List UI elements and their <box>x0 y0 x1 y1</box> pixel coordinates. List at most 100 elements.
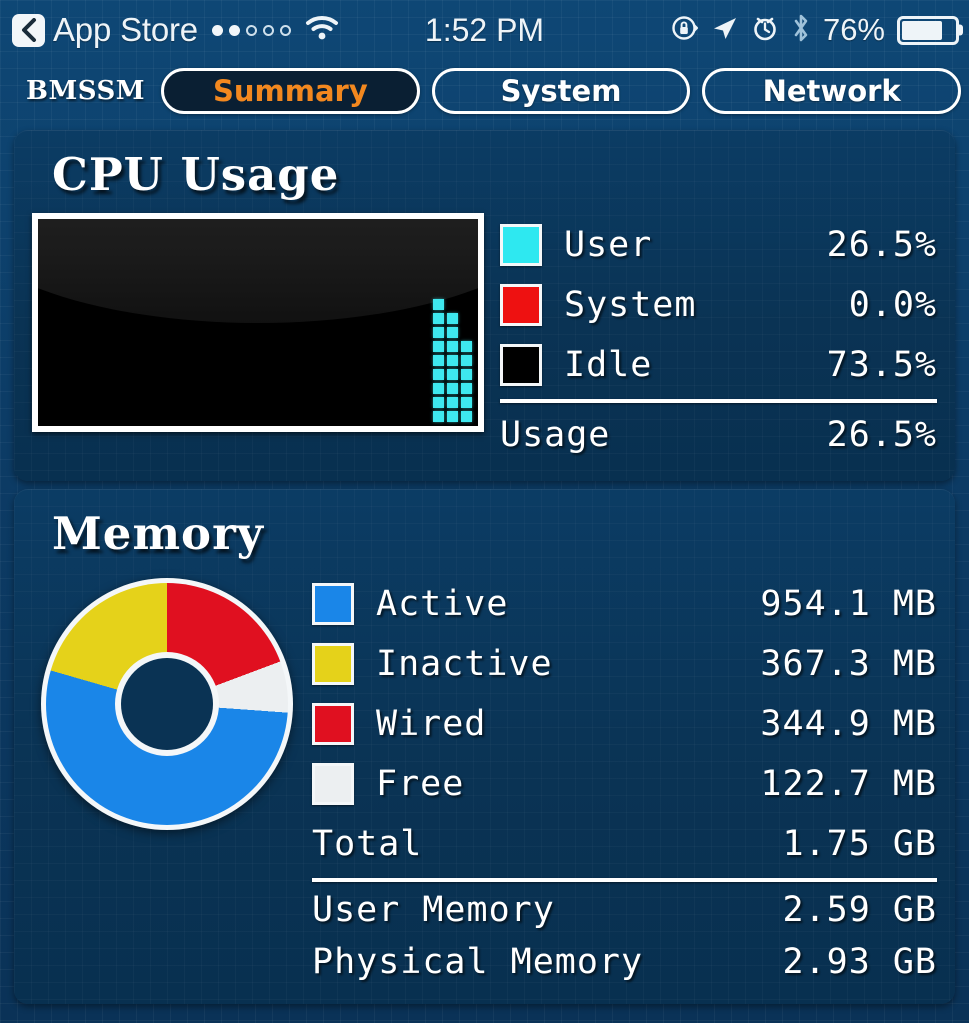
cpu-swatch-idle <box>500 344 542 386</box>
memory-value-inactive: 367.3 MB <box>760 644 937 684</box>
cpu-led-block <box>433 397 444 408</box>
cpu-led-block <box>447 411 458 422</box>
cpu-usage-label: Usage <box>500 415 611 455</box>
cpu-led-block <box>461 355 472 366</box>
memory-label-active: Active <box>376 584 509 624</box>
location-arrow-icon <box>711 14 739 46</box>
cpu-led-block <box>461 341 472 352</box>
cpu-usage-graph <box>32 213 484 432</box>
cpu-swatch-user <box>500 224 542 266</box>
back-to-app-store-button[interactable] <box>12 13 45 47</box>
tab-system[interactable]: System <box>431 68 691 114</box>
app-root: App Store 1:52 PM 76% BMSSM Summary Syst… <box>0 0 969 1023</box>
cpu-legend-row-system: System 0.0% <box>500 275 937 335</box>
memory-value-wired: 344.9 MB <box>760 704 937 744</box>
memory-swatch-free <box>312 763 354 805</box>
user-memory-row: User Memory 2.59 GB <box>312 884 937 936</box>
physical-memory-label: Physical Memory <box>312 942 644 982</box>
memory-legend-row-inactive: Inactive 367.3 MB <box>312 634 937 694</box>
cpu-label-idle: Idle <box>564 345 653 385</box>
alarm-clock-icon <box>751 14 779 46</box>
memory-value-free: 122.7 MB <box>760 764 937 804</box>
memory-swatch-inactive <box>312 643 354 685</box>
battery-percent-label: 76% <box>822 12 885 47</box>
cpu-value-idle: 73.5% <box>826 345 937 385</box>
cpu-led-block <box>433 313 444 324</box>
user-memory-value: 2.59 GB <box>782 890 937 930</box>
cpu-led-block <box>433 299 444 310</box>
cellular-signal-dots <box>211 24 291 36</box>
user-memory-label: User Memory <box>312 890 555 930</box>
memory-legend-row-wired: Wired 344.9 MB <box>312 694 937 754</box>
memory-legend-row-active: Active 954.1 MB <box>312 574 937 634</box>
memory-total-label: Total <box>312 824 423 864</box>
cpu-led-block <box>447 327 458 338</box>
physical-memory-row: Physical Memory 2.93 GB <box>312 936 937 988</box>
cpu-swatch-system <box>500 284 542 326</box>
back-app-label[interactable]: App Store <box>53 11 198 49</box>
cpu-history-bars <box>433 299 472 422</box>
donut-hole <box>121 658 213 750</box>
clock-time: 1:52 PM <box>424 11 545 48</box>
status-bar-right: 76% <box>671 12 959 48</box>
ios-status-bar: App Store 1:52 PM 76% <box>0 0 969 60</box>
wifi-icon <box>305 15 339 45</box>
cpu-panel-title: CPU Usage <box>52 148 340 201</box>
memory-label-free: Free <box>376 764 465 804</box>
cpu-value-system: 0.0% <box>848 285 937 325</box>
cpu-led-block <box>447 369 458 380</box>
memory-value-active: 954.1 MB <box>760 584 937 624</box>
memory-total-row: Total 1.75 GB <box>312 814 937 874</box>
signal-dot-2 <box>228 24 240 36</box>
cpu-value-user: 26.5% <box>826 225 937 265</box>
cpu-usage-panel: CPU Usage User 26.5% System 0.0% Idle 73… <box>14 130 955 481</box>
cpu-divider <box>500 399 937 403</box>
memory-donut-wrap <box>32 572 302 830</box>
tab-bar: BMSSM Summary System Network <box>0 60 969 122</box>
cpu-led-block <box>461 383 472 394</box>
signal-dot-5 <box>279 24 291 36</box>
physical-memory-value: 2.93 GB <box>782 942 937 982</box>
cpu-led-block <box>447 341 458 352</box>
cpu-led-block <box>433 327 444 338</box>
memory-footer: User Memory 2.59 GB Physical Memory 2.93… <box>312 884 937 988</box>
memory-swatch-wired <box>312 703 354 745</box>
cpu-legend-row-idle: Idle 73.5% <box>500 335 937 395</box>
signal-dot-4 <box>262 24 274 36</box>
battery-icon <box>897 15 959 45</box>
memory-donut-chart <box>41 578 293 830</box>
cpu-led-block <box>461 411 472 422</box>
battery-fill <box>902 20 942 40</box>
tab-summary[interactable]: Summary <box>161 68 420 114</box>
cpu-led-block <box>433 383 444 394</box>
signal-dot-1 <box>211 24 223 36</box>
signal-dot-3 <box>245 24 257 36</box>
memory-divider <box>312 878 937 882</box>
memory-total-value: 1.75 GB <box>782 824 937 864</box>
bluetooth-icon <box>791 13 811 47</box>
memory-stats-list: Active 954.1 MB Inactive 367.3 MB Wired … <box>312 572 937 988</box>
cpu-usage-value: 26.5% <box>826 415 937 455</box>
tab-network[interactable]: Network <box>702 68 961 114</box>
memory-swatch-active <box>312 583 354 625</box>
cpu-bar-column-1 <box>447 313 458 422</box>
cpu-led-block <box>447 313 458 324</box>
cpu-led-block <box>433 411 444 422</box>
memory-panel: Memory Active 954.1 MB Inactive 367.3 MB… <box>14 489 955 1004</box>
cpu-led-block <box>433 369 444 380</box>
cpu-bar-column-2 <box>461 341 472 422</box>
tab-summary-label: Summary <box>212 74 368 108</box>
cpu-led-block <box>433 341 444 352</box>
cpu-led-block <box>447 383 458 394</box>
memory-panel-title: Memory <box>52 507 264 560</box>
cpu-led-block <box>461 397 472 408</box>
status-bar-left: App Store <box>12 11 339 49</box>
chevron-left-icon <box>19 18 39 42</box>
cpu-led-block <box>461 369 472 380</box>
memory-label-inactive: Inactive <box>376 644 553 684</box>
cpu-total-usage-row: Usage 26.5% <box>500 405 937 465</box>
tab-system-label: System <box>500 74 622 108</box>
cpu-label-system: System <box>564 285 697 325</box>
cpu-label-user: User <box>564 225 653 265</box>
rotation-lock-icon <box>671 14 699 46</box>
